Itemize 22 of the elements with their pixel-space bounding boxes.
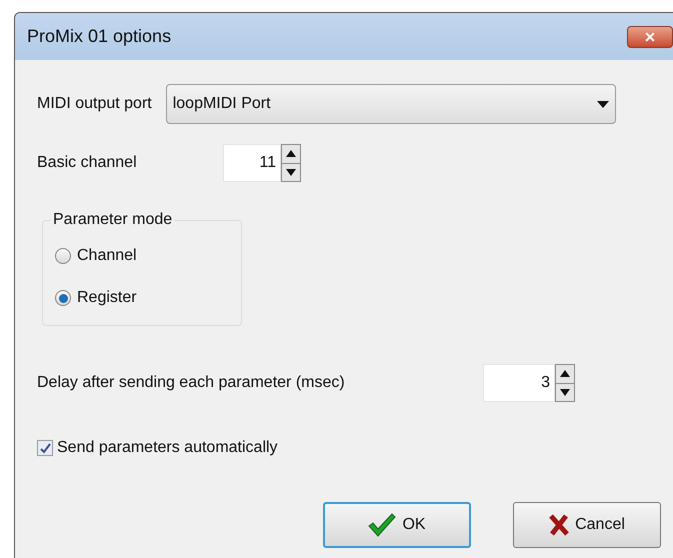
radio-label: Register — [77, 288, 137, 308]
x-icon — [549, 514, 570, 536]
channel-spin-field[interactable]: 11 — [223, 144, 281, 182]
dropdown-arrow-icon — [596, 100, 609, 108]
check-icon — [368, 513, 396, 537]
down-arrow-icon — [286, 168, 296, 176]
up-arrow-icon — [560, 370, 570, 378]
port-dropdown[interactable]: loopMIDI Port — [166, 84, 616, 124]
delay-spin-field[interactable]: 3 — [483, 364, 555, 402]
window-title: ProMix 01 options — [27, 25, 172, 48]
down-arrow-icon — [560, 388, 570, 396]
field-label: Basic channel — [37, 153, 138, 173]
radio-button[interactable] — [55, 290, 71, 306]
ok-button[interactable]: OK — [323, 502, 471, 548]
checkbox-label: Send parameters automatically — [57, 438, 278, 458]
radio-label: Channel — [77, 246, 137, 266]
radio-button[interactable] — [55, 248, 71, 264]
field-label: Delay after sending each parameter (msec) — [37, 373, 346, 393]
field-label: MIDI output port — [37, 94, 152, 114]
checkbox[interactable] — [37, 440, 53, 456]
cancel-button[interactable]: Cancel — [513, 502, 661, 548]
up-arrow-icon — [286, 150, 296, 158]
